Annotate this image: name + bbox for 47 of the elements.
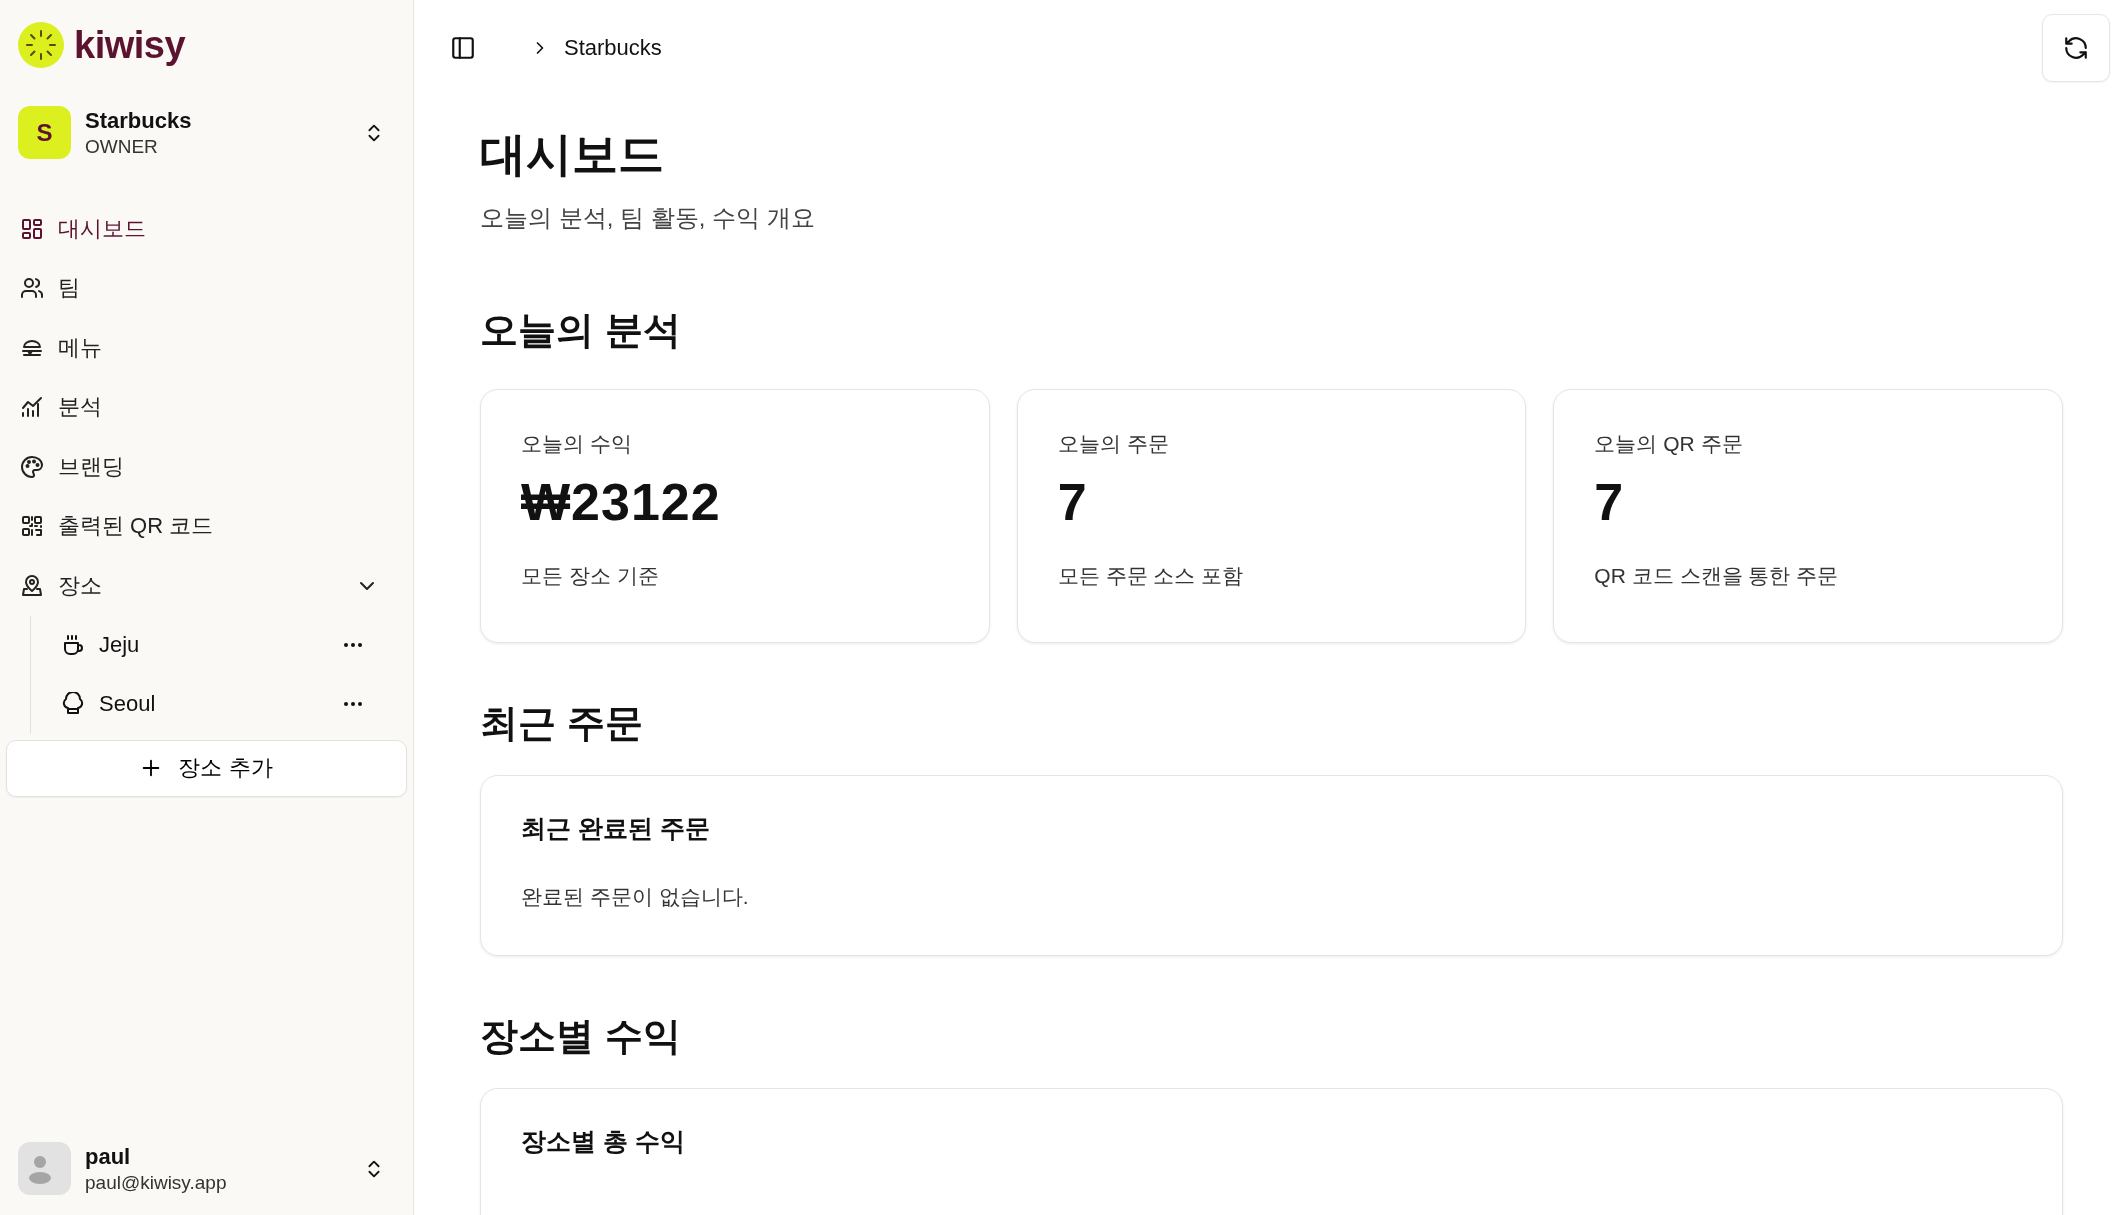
stat-label: 오늘의 주문 (1057, 431, 1170, 458)
chart-icon (20, 395, 44, 420)
section-heading: 장소별 수익 (480, 1016, 682, 1058)
location-item[interactable]: Jeju (61, 615, 413, 675)
kiwi-logo-icon (18, 22, 64, 68)
refresh-icon (2063, 34, 2089, 61)
refresh-button[interactable] (2042, 13, 2110, 82)
nav-item[interactable]: 장소 (0, 556, 413, 616)
nav-item[interactable]: 팀 (0, 258, 413, 318)
nav-item[interactable]: 대시보드 (0, 199, 413, 259)
add-location-button[interactable]: 장소 추가 (6, 739, 407, 797)
empty-message: 완료된 주문이 없습니다. (521, 884, 750, 911)
page-title: 대시보드 (480, 129, 665, 180)
stat-note: QR 코드 스캔을 통한 주문 (1594, 563, 1840, 590)
stat-label: 오늘의 수익 (521, 431, 633, 458)
nav-item[interactable]: 출력된 QR 코드 (0, 496, 413, 556)
org-avatar: S (18, 106, 71, 159)
nav-item[interactable]: 메뉴 (0, 318, 413, 378)
qr-code-icon (20, 514, 44, 539)
stat-value: 7 (1594, 472, 1626, 533)
brand-name: kiwisy (74, 23, 186, 67)
sidebar-toggle-icon[interactable] (450, 34, 476, 61)
user-avatar (18, 1142, 71, 1195)
cup-icon (61, 633, 85, 657)
nav-item[interactable]: 분석 (0, 377, 413, 437)
org-role: OWNER (85, 135, 159, 158)
section-heading: 오늘의 분석 (480, 309, 682, 352)
stat-note: 모든 주문 소스 포함 (1057, 563, 1245, 590)
section-heading: 최근 주문 (480, 703, 644, 746)
nav-item[interactable]: 브랜딩 (0, 437, 413, 497)
grid-icon (20, 216, 44, 241)
user-name: paul (85, 1143, 132, 1170)
page-subtitle: 오늘의 분석, 팀 활동, 수익 개요 (480, 202, 816, 233)
panel-title: 장소별 총 수익 (521, 1126, 686, 1157)
palette-icon (20, 454, 44, 479)
stat-label: 오늘의 QR 주문 (1594, 431, 1744, 458)
people-icon (20, 276, 44, 301)
breadcrumb-item[interactable]: Starbucks (564, 34, 662, 61)
user-email: paul@kiwisy.app (85, 1171, 228, 1194)
panel-title: 최근 완료된 주문 (521, 813, 711, 845)
stat-value: ₩23122 (521, 472, 722, 533)
chef-hat-icon (61, 692, 85, 716)
location-pin-icon (20, 573, 44, 598)
stat-value: 7 (1057, 472, 1089, 533)
org-name: Starbucks (85, 107, 193, 134)
stat-note: 모든 장소 기준 (521, 563, 660, 590)
location-item[interactable]: Seoul (61, 674, 413, 734)
